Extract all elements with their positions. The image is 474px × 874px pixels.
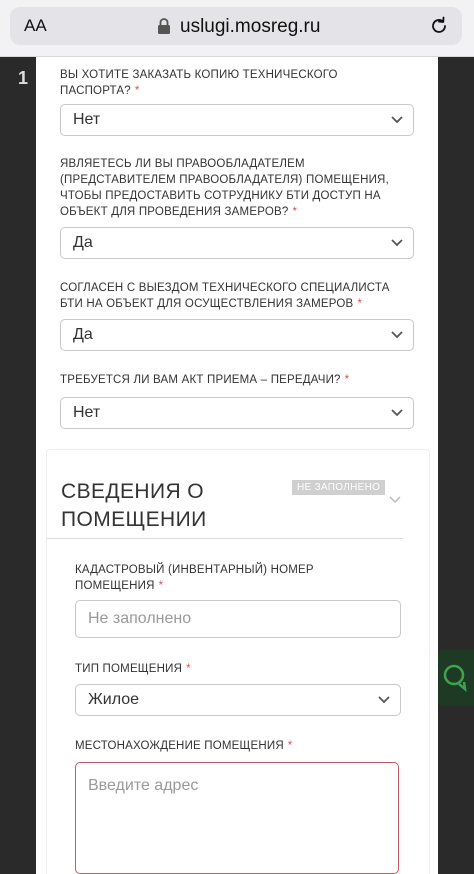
- question-specialist-visit-label: СОГЛАСЕН С ВЫЕЗДОМ ТЕХНИЧЕСКОГО СПЕЦИАЛИ…: [60, 282, 390, 310]
- premises-type-label: ТИП ПОМЕЩЕНИЯ *: [75, 663, 191, 675]
- lock-icon: [158, 18, 170, 34]
- form-modal: ВЫ ХОТИТЕ ЗАКАЗАТЬ КОПИЮ ТЕХНИЧЕСКОГО ПА…: [36, 57, 438, 874]
- chat-widget-button[interactable]: [437, 650, 474, 706]
- premises-type-select[interactable]: Жилое: [75, 684, 401, 716]
- section-divider: [47, 538, 403, 539]
- premises-location-label: МЕСТОНАХОЖДЕНИЕ ПОМЕЩЕНИЯ *: [75, 740, 293, 752]
- section-title: СВЕДЕНИЯ О ПОМЕЩЕНИИ: [61, 480, 207, 531]
- premises-address-input[interactable]: Введите адрес: [75, 762, 399, 874]
- question-tech-passport-label: ВЫ ХОТИТЕ ЗАКАЗАТЬ КОПИЮ ТЕХНИЧЕСКОГО ПА…: [60, 69, 338, 97]
- chevron-down-icon: [391, 331, 403, 339]
- chevron-down-icon: [391, 239, 403, 247]
- specialist-visit-select[interactable]: Да: [60, 319, 414, 351]
- tech-passport-select[interactable]: Нет: [60, 104, 414, 136]
- chevron-down-icon: [391, 409, 403, 417]
- text-size-button[interactable]: AA: [24, 16, 47, 36]
- question-rightholder-label: ЯВЛЯЕТЕСЬ ЛИ ВЫ ПРАВООБЛАДАТЕЛЕМ (ПРЕДСТ…: [60, 158, 389, 218]
- act-select[interactable]: Нет: [60, 397, 414, 429]
- reload-icon[interactable]: [428, 15, 450, 37]
- background-text: 1: [18, 68, 29, 88]
- cadastral-number-label: КАДАСТРОВЫЙ (ИНВЕНТАРНЫЙ) НОМЕР ПОМЕЩЕНИ…: [75, 564, 314, 592]
- browser-toolbar: AA uslugi.mosreg.ru: [0, 0, 474, 57]
- chevron-down-icon: [378, 696, 390, 704]
- address-bar[interactable]: AA uslugi.mosreg.ru: [10, 7, 462, 45]
- status-badge: НЕ ЗАПОЛНЕНО: [292, 480, 386, 495]
- premises-section: СВЕДЕНИЯ О ПОМЕЩЕНИИ НЕ ЗАПОЛНЕНО КАДАСТ…: [46, 449, 430, 874]
- rightholder-select[interactable]: Да: [60, 227, 414, 259]
- chevron-down-icon[interactable]: [389, 496, 401, 504]
- url-text[interactable]: uslugi.mosreg.ru: [180, 16, 320, 38]
- chat-icon: [443, 664, 467, 692]
- chevron-down-icon: [391, 116, 403, 124]
- cadastral-number-input[interactable]: Не заполнено: [75, 600, 401, 638]
- question-act-label: ТРЕБУЕТСЯ ЛИ ВАМ АКТ ПРИЕМА – ПЕРЕДАЧИ? *: [60, 374, 350, 386]
